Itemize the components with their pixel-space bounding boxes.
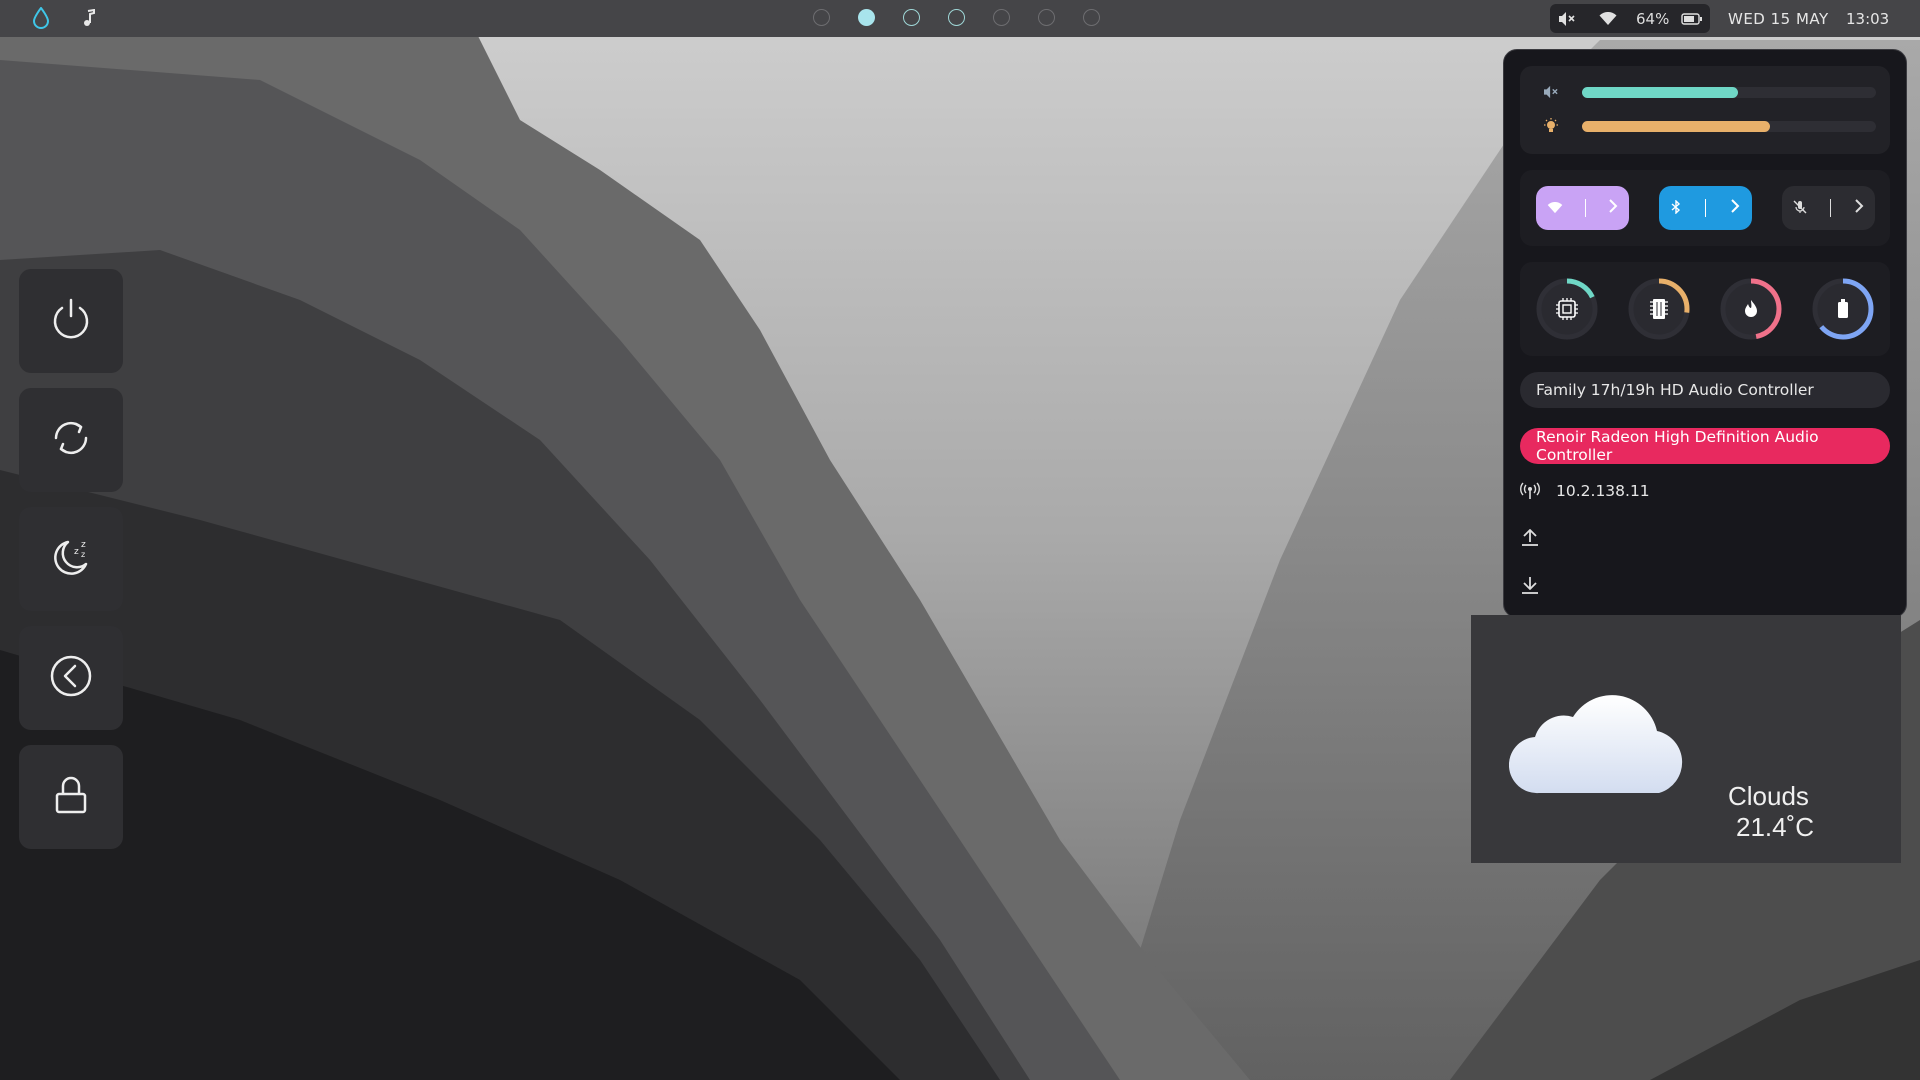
status-tray[interactable]: 64% [1550, 4, 1710, 33]
workspace-3[interactable] [903, 9, 920, 26]
brightness-slider-fill [1582, 121, 1771, 132]
battery-icon[interactable] [1681, 4, 1703, 33]
lock-icon [48, 772, 94, 822]
shutdown-button[interactable] [19, 269, 123, 373]
cloud-icon [1508, 683, 1685, 799]
workspace-2[interactable] [858, 9, 875, 26]
quick-toggles-card [1520, 170, 1890, 246]
brightness-slider[interactable] [1582, 121, 1876, 132]
speaker-muted-icon[interactable] [1542, 83, 1560, 101]
cpu-usage-ring [1536, 278, 1598, 340]
workspace-7[interactable] [1083, 9, 1100, 26]
bulb-icon[interactable] [1542, 117, 1560, 135]
reboot-button[interactable] [19, 388, 123, 492]
droplet-icon[interactable] [29, 6, 53, 30]
ip-address-row: 10.2.138.11 [1520, 477, 1650, 505]
logout-icon [48, 653, 94, 703]
antenna-icon [1520, 482, 1540, 500]
workspace-switcher [813, 8, 1128, 30]
chevron-right-icon[interactable] [1608, 198, 1618, 218]
wifi-icon[interactable] [1599, 4, 1617, 33]
weather-condition: Clouds [1728, 781, 1809, 811]
moon-sleep-icon: zzz [48, 534, 94, 584]
reboot-icon [48, 415, 94, 465]
temperature-ring [1720, 278, 1782, 340]
workspace-4[interactable] [948, 9, 965, 26]
toggle-separator [1704, 199, 1707, 217]
suspend-button[interactable]: zzz [19, 507, 123, 611]
sliders-card [1520, 66, 1890, 154]
date-label[interactable]: WED 15 MAY [1728, 0, 1829, 37]
svg-text:z: z [74, 547, 79, 557]
weather-summary: Clouds 21.4˚C [1728, 781, 1901, 843]
workspace-1[interactable] [813, 9, 830, 26]
toggle-separator [1584, 199, 1587, 217]
upload-speed-row [1520, 525, 1540, 553]
bluetooth-icon [1671, 198, 1681, 218]
clock-label[interactable]: 13:03 [1846, 0, 1889, 37]
battery-ring [1812, 278, 1874, 340]
ip-address: 10.2.138.11 [1556, 482, 1650, 500]
chevron-right-icon[interactable] [1854, 198, 1864, 218]
volume-slider[interactable] [1582, 87, 1876, 98]
workspace-5[interactable] [993, 9, 1010, 26]
workspace-6[interactable] [1038, 9, 1055, 26]
battery-percent: 64% [1636, 9, 1670, 28]
music-note-icon[interactable] [77, 6, 101, 30]
download-icon [1520, 575, 1540, 599]
chevron-right-icon[interactable] [1730, 198, 1740, 218]
audio-device-family-17h[interactable]: Family 17h/19h HD Audio Controller [1520, 372, 1890, 408]
control-panel: Family 17h/19h HD Audio Controller Renoi… [1503, 49, 1907, 618]
volume-slider-fill [1582, 87, 1738, 98]
bluetooth-toggle[interactable] [1659, 186, 1752, 230]
speaker-muted-icon[interactable] [1558, 4, 1576, 33]
audio-device-renoir-radeon[interactable]: Renoir Radeon High Definition Audio Cont… [1520, 428, 1890, 464]
weather-widget: Clouds 21.4˚C [1471, 615, 1901, 863]
lock-button[interactable] [19, 745, 123, 849]
mic-off-icon [1793, 199, 1807, 218]
upload-icon [1520, 527, 1540, 551]
memory-usage-ring [1628, 278, 1690, 340]
top-bar: 64% WED 15 MAY 13:03 [0, 0, 1920, 37]
microphone-toggle[interactable] [1782, 186, 1875, 230]
weather-temperature: 21.4˚C [1736, 812, 1815, 842]
wifi-toggle[interactable] [1536, 186, 1629, 230]
system-monitors-card [1520, 262, 1890, 356]
svg-text:z: z [81, 550, 85, 559]
wifi-icon [1547, 199, 1563, 218]
svg-text:z: z [81, 540, 86, 550]
download-speed-row [1520, 573, 1540, 601]
logout-button[interactable] [19, 626, 123, 730]
toggle-separator [1829, 199, 1832, 217]
power-icon [48, 296, 94, 346]
